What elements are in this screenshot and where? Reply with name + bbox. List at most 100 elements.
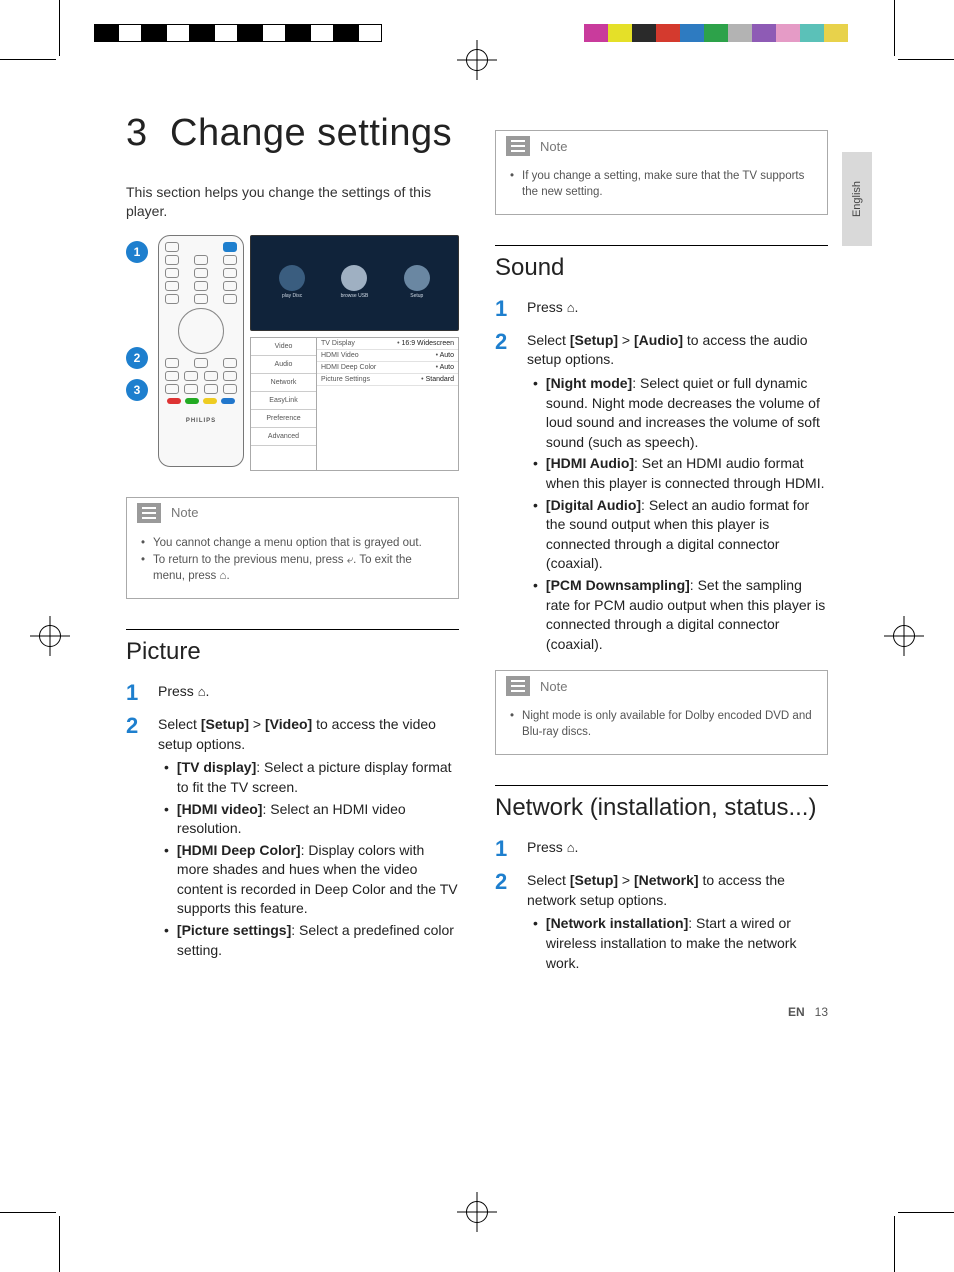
crop-mark [0,1212,56,1213]
step-text: Select [527,872,570,888]
option-key: [HDMI Audio] [546,455,634,471]
option-key: [TV display] [177,759,256,775]
step-text: Select [158,716,201,732]
menu-path: [Network] [634,872,699,888]
registration-cross [884,616,924,656]
tv-item-usb: browse USB [341,293,369,299]
section-rule [126,629,459,630]
tv-item-play: play Disc [282,293,302,299]
gt: > [618,332,634,348]
setting-key: HDMI Video [321,352,436,359]
language-tab-label: English [851,181,863,217]
column-right: Note If you change a setting, make sure … [495,112,828,977]
menu-path: [Video] [265,716,312,732]
tv-item-setup: Setup [410,293,423,299]
menu-easylink: EasyLink [251,392,316,410]
note-icon [137,503,161,523]
note-label: Note [171,505,198,520]
menu-network: Network [251,374,316,392]
settings-menu: Video Audio Network EasyLink Preference … [251,338,317,470]
option-key: [Digital Audio] [546,497,641,513]
section-heading-picture: Picture [126,638,459,666]
section-heading-network: Network (installation, status...) [495,794,828,822]
menu-path: [Audio] [634,332,683,348]
section-rule [495,785,828,786]
callout-stack: 1 2 3 [126,235,152,471]
option-key: [HDMI Deep Color] [177,842,301,858]
home-icon: ⌂ [198,683,206,701]
note-box-3: Note Night mode is only available for Do… [495,670,828,755]
registration-cross [457,40,497,80]
registration-cross [457,1192,497,1232]
page-content: English 3Change settings This section he… [126,112,828,977]
registration-cross [30,616,70,656]
remote-brand: PHILIPS [165,418,237,424]
step-text: Select [527,332,570,348]
crop-mark [0,59,56,60]
footer-page: 13 [815,1005,828,1019]
callout-2: 2 [126,347,148,369]
option-key: [PCM Downsampling] [546,577,690,593]
option-key: [Picture settings] [177,922,291,938]
chapter-heading: 3Change settings [126,112,459,155]
crop-mark [894,1216,895,1272]
crop-mark [59,0,60,56]
footer-lang: EN [788,1005,805,1019]
sound-steps: Press ⌂. Select [Setup] > [Audio] to acc… [495,294,828,656]
settings-values: TV Display16:9 Widescreen HDMI VideoAuto… [317,338,458,470]
note-box-2: Note If you change a setting, make sure … [495,130,828,215]
page-footer: EN 13 [788,1005,828,1019]
crop-mark [894,0,895,56]
section-heading-sound: Sound [495,254,828,282]
option-key: [HDMI video] [177,801,263,817]
menu-audio: Audio [251,356,316,374]
setting-val: Auto [436,352,454,359]
registration-bar-color [560,24,848,42]
note-item: You cannot change a menu option that is … [153,536,422,552]
callout-3: 3 [126,379,148,401]
callout-1: 1 [126,241,148,263]
setting-val: Auto [436,364,454,371]
gt: > [249,716,265,732]
tv-graphic: play Disc browse USB Setup [250,235,459,331]
home-icon: ⌂ [567,299,575,317]
note-icon [506,136,530,156]
menu-path: [Setup] [201,716,249,732]
intro-text: This section helps you change the settin… [126,183,459,221]
menu-video: Video [251,338,316,356]
illustration: 1 2 3 PHILIPS [126,235,459,471]
picture-steps: Press ⌂. Select [Setup] > [Video] to acc… [126,678,459,962]
note-item: Night mode is only available for Dolby e… [522,709,813,740]
crop-mark [898,59,954,60]
chapter-title: Change settings [170,112,452,154]
section-rule [495,245,828,246]
setting-key: TV Display [321,340,397,347]
note-item: If you change a setting, make sure that … [522,169,813,200]
note-icon [506,676,530,696]
step-text: Press [158,683,198,699]
setting-val: Standard [421,376,454,383]
registration-bar-bw [94,24,382,42]
setting-key: Picture Settings [321,376,421,383]
remote-graphic: PHILIPS [158,235,244,467]
note-label: Note [540,679,567,694]
option-key: [Night mode] [546,375,632,391]
setting-key: HDMI Deep Color [321,364,436,371]
option-key: [Network installation] [546,915,688,931]
menu-path: [Setup] [570,872,618,888]
settings-grid: Video Audio Network EasyLink Preference … [250,337,459,471]
language-tab: English [842,152,872,246]
step-text: Press [527,299,567,315]
note-item: To return to the previous menu, press ⤶.… [153,553,444,584]
menu-advanced: Advanced [251,428,316,446]
home-icon: ⌂ [567,839,575,857]
network-steps: Press ⌂. Select [Setup] > [Network] to a… [495,834,828,975]
step-text: Press [527,839,567,855]
note-box-1: Note You cannot change a menu option tha… [126,497,459,600]
gt: > [618,872,634,888]
menu-preference: Preference [251,410,316,428]
menu-path: [Setup] [570,332,618,348]
note-label: Note [540,139,567,154]
column-left: 3Change settings This section helps you … [126,112,459,977]
crop-mark [59,1216,60,1272]
